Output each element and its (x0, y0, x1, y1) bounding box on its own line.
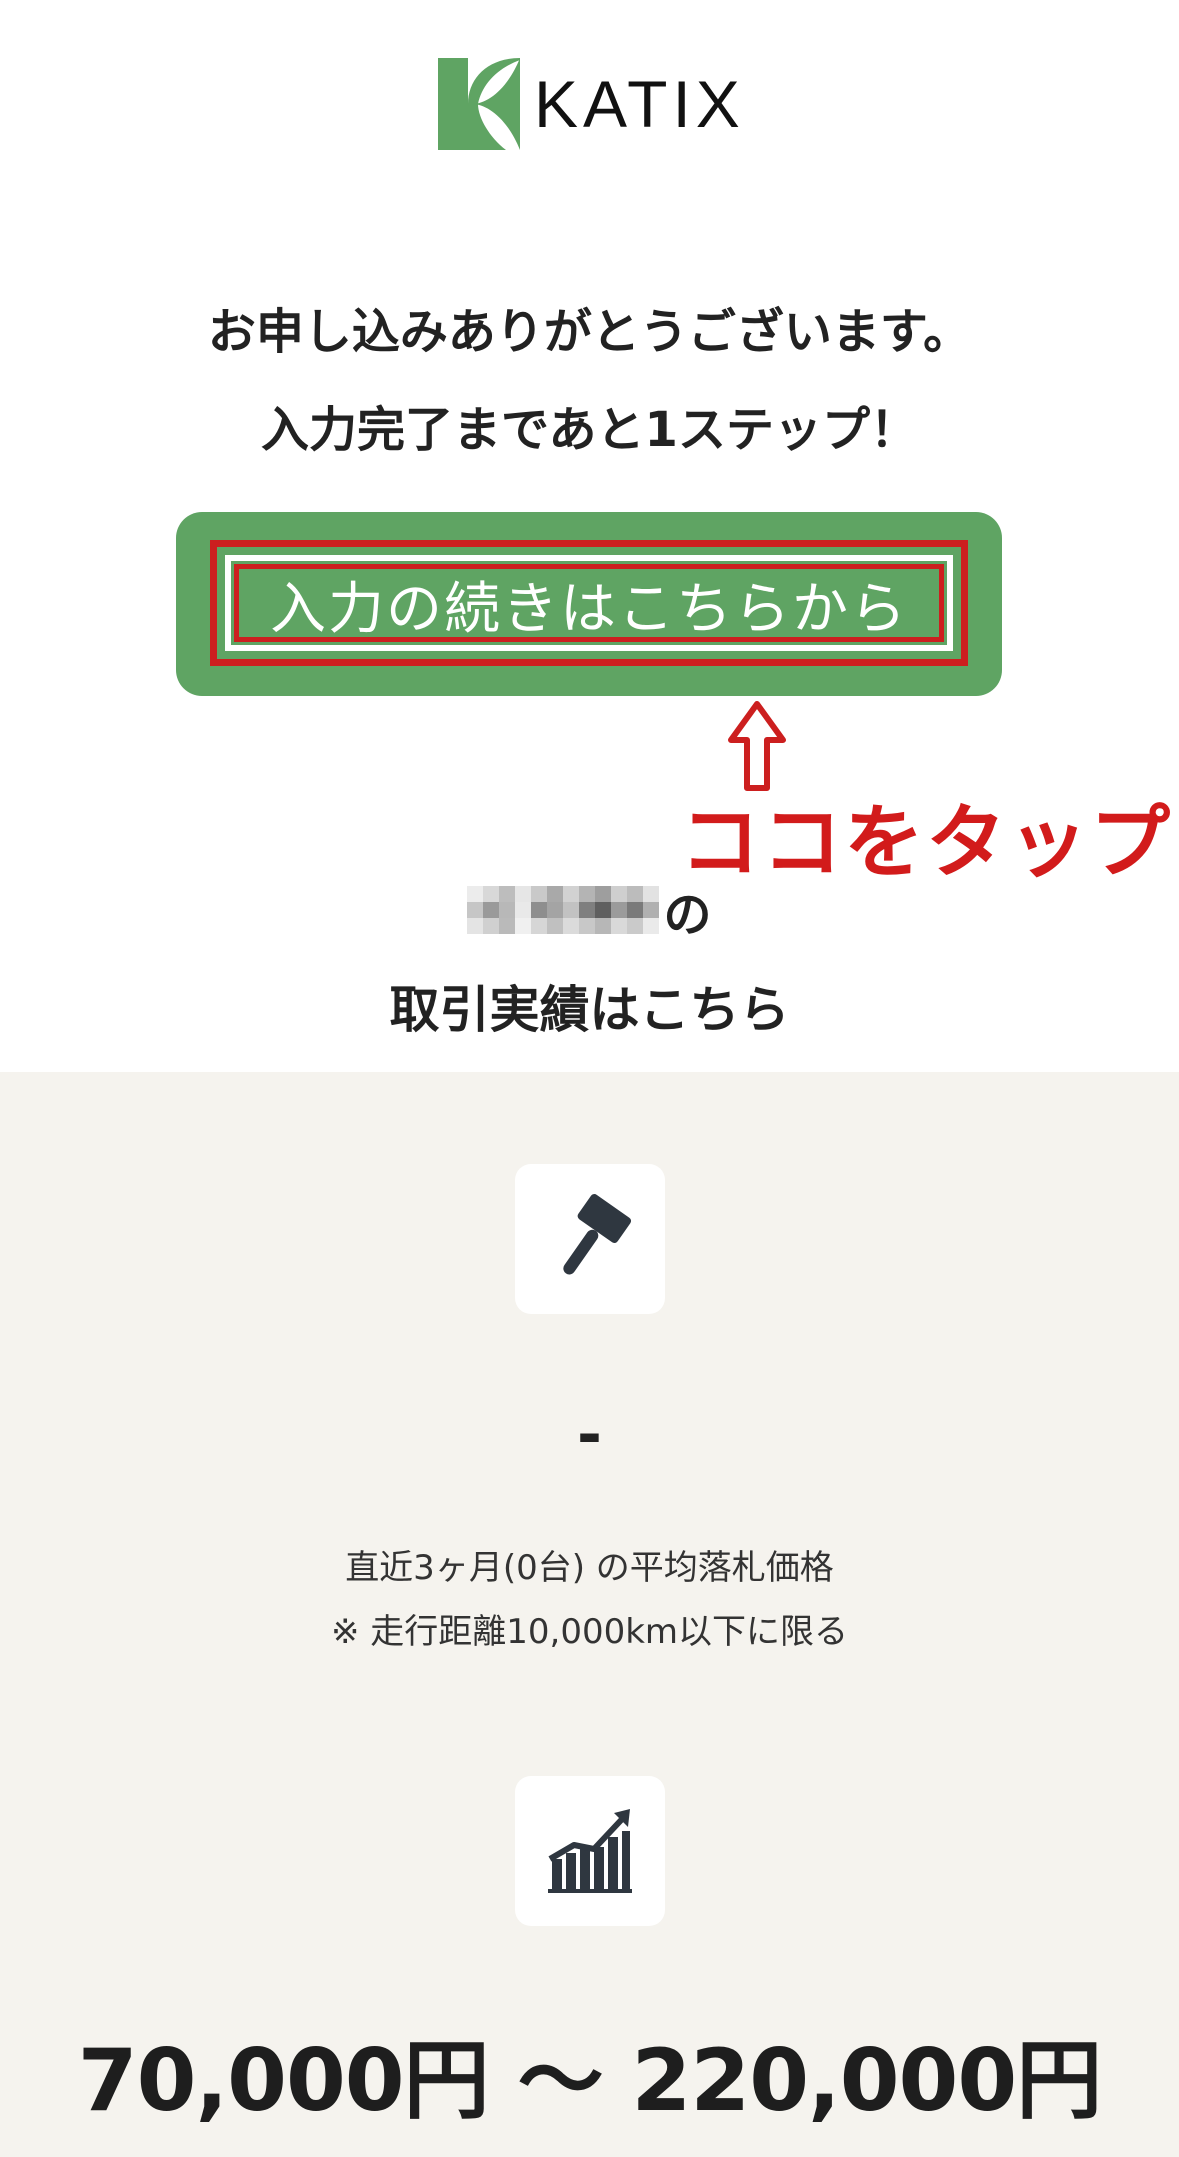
brand-logo[interactable]: KATIX (438, 58, 745, 150)
owner-line: の (0, 875, 1179, 945)
average-price-caption: 直近3ヶ月(0台) の平均落札価格 (345, 1548, 834, 1588)
trend-card (515, 1776, 665, 1926)
brand-name: KATIX (534, 67, 745, 141)
continue-input-button[interactable]: 入力の続きはこちらから (176, 512, 1002, 696)
results-heading: 取引実績はこちら (389, 981, 790, 1039)
trend-chart-icon (548, 1809, 632, 1893)
price-range-value: 70,000円 〜 220,000円 (77, 2031, 1102, 2131)
continue-input-label: 入力の続きはこちらから (270, 576, 908, 642)
katix-logo-icon (438, 58, 520, 150)
gavel-icon (563, 1194, 632, 1275)
step-remaining-heading: 入力完了まであと1ステップ！ (261, 402, 918, 458)
mileage-note: ※ 走行距離10,000km以下に限る (330, 1612, 849, 1652)
thanks-heading: お申し込みありがとうございます。 (207, 304, 972, 360)
redacted-name-mosaic (467, 886, 660, 934)
gavel-card (515, 1164, 665, 1314)
average-price-value: - (577, 1400, 602, 1470)
owner-suffix: の (663, 887, 712, 943)
